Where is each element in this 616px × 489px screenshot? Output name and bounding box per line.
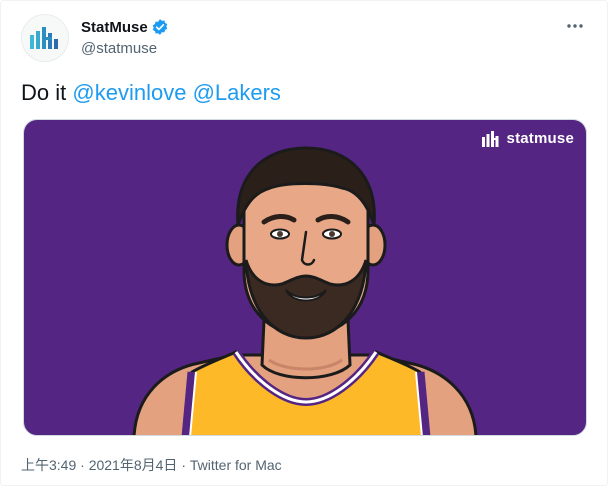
statmuse-logo-icon xyxy=(481,130,499,147)
player-illustration xyxy=(132,146,478,435)
tweet-card: StatMuse @statmuse Do it @kevinlove @Lak… xyxy=(0,0,608,486)
more-horizontal-icon xyxy=(567,24,583,28)
meta-separator: · xyxy=(181,457,186,473)
author-name-row: StatMuse xyxy=(81,18,169,36)
tweet-media-image[interactable]: statmuse xyxy=(23,119,587,436)
more-options-button[interactable] xyxy=(563,14,587,38)
avatar[interactable] xyxy=(21,14,69,62)
statmuse-watermark: statmuse xyxy=(481,130,574,147)
author-display-name[interactable]: StatMuse xyxy=(81,19,148,36)
mention-link-kevinlove[interactable]: @kevinlove xyxy=(72,80,186,105)
statmuse-logo-icon xyxy=(30,27,58,49)
statmuse-watermark-text: statmuse xyxy=(506,130,574,147)
mention-link-lakers[interactable]: @Lakers xyxy=(193,80,281,105)
tweet-time[interactable]: 上午3:49 xyxy=(21,457,76,473)
meta-separator: · xyxy=(80,457,85,473)
tweet-text: Do it @kevinlove @Lakers xyxy=(21,79,281,107)
tweet-metadata: 上午3:49 · 2021年8月4日 · Twitter for Mac xyxy=(21,455,282,475)
tweet-source[interactable]: Twitter for Mac xyxy=(190,457,282,473)
tweet-text-prefix: Do it xyxy=(21,80,67,105)
tweet-date[interactable]: 2021年8月4日 xyxy=(89,457,178,473)
author-handle[interactable]: @statmuse xyxy=(81,40,157,57)
verified-badge-icon xyxy=(151,18,169,36)
